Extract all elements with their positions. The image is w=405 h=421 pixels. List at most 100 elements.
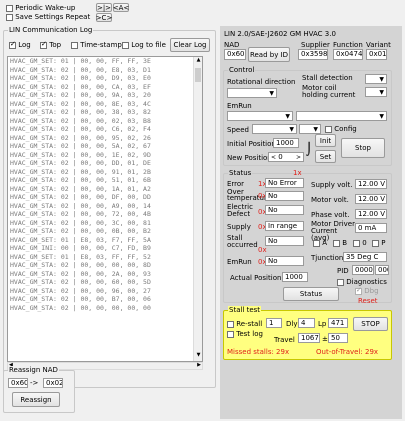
variant-label: Variant [366,41,391,49]
p-checkbox[interactable] [372,239,379,247]
a-checkbox[interactable] [313,239,320,247]
status-button[interactable]: Status [283,287,339,301]
emrun-mode-select[interactable] [296,111,387,122]
log-option[interactable]: Log [9,40,31,49]
config-option[interactable]: Config [325,125,357,133]
stall-stop-button[interactable]: STOP [353,317,388,331]
timestamp-checkbox[interactable] [71,41,78,49]
control-title: Control [228,66,256,75]
scroll-up-icon[interactable]: ▲ [195,57,202,66]
emrun-select[interactable] [227,111,293,122]
reset-link[interactable]: Reset [358,297,378,305]
tolerance-field[interactable]: 50 [328,333,348,343]
log-line: HVAC_GM_STA: 02 | 00, 00, 60, 00, 5D [10,278,151,286]
timestamp-option[interactable]: Time-stamp [71,41,122,49]
zero-checkbox[interactable] [353,239,360,247]
plus-minus-label: ± [322,335,328,343]
periodic-wakeup-option[interactable]: Periodic Wake-up [6,4,75,12]
speed-select[interactable] [252,124,297,135]
travel-field[interactable]: 1067 [298,333,320,343]
rotational-direction-select[interactable] [227,88,277,99]
save-settings-checkbox[interactable] [6,13,13,21]
lin-log-title: LIN Communication Log [8,26,94,35]
log-list[interactable]: HVAC_GM_SET: 01 | 00, 00, FF, FF, 3E HVAC… [7,56,203,362]
log-line: HVAC_GM_STA: 02 | 00, 00, 3C, 00, 81 [10,218,151,227]
testlog-checkbox[interactable] [227,330,234,338]
logtofile-option[interactable]: Log to file [122,41,166,49]
wake-button-3[interactable]: >C> [96,13,112,22]
motor-current-field: 0 mA [355,223,387,233]
stall-detection-select[interactable] [365,74,387,85]
scroll-down-icon[interactable]: ▼ [195,352,202,361]
decrement-icon[interactable]: < [271,154,276,161]
motor-volt-label: Motor volt. [311,196,349,204]
initial-position-field[interactable]: 1000 [273,138,299,148]
scroll-right-icon[interactable]: ▶ [197,362,201,368]
nad-label: NAD [224,41,240,49]
diagnostics-option[interactable]: Diagnostics [337,278,387,286]
logtofile-checkbox[interactable] [122,41,129,49]
config-checkbox[interactable] [325,125,332,133]
diagnostics-checkbox[interactable] [337,278,344,286]
holding-current-select[interactable] [365,87,387,98]
periodic-wakeup-checkbox[interactable] [6,4,13,12]
over-temperature-field: No [265,191,304,201]
log-line: HVAC_GM_INI: 00 | 00, 00, C7, FD, B9 [10,244,151,252]
read-by-id-button[interactable]: Read by ID [248,47,290,62]
status-title: Status [228,169,253,178]
restall-checkbox[interactable] [227,320,234,328]
log-label: Log [18,41,31,49]
a-option[interactable]: A [313,239,327,247]
lp-field[interactable]: 471 [328,318,348,328]
log-line: HVAC_GM_STA: 02 | 00, 00, 00, 00, 8D [10,261,151,269]
log-line: HVAC_GM_STA: 02 | 00, 00, CA, 03, EF [10,82,151,91]
log-line: HVAC_GM_STA: 02 | 00, 00, 00, 00, 00 [10,303,151,312]
reassign-button[interactable]: Reassign [12,392,60,407]
nad-field[interactable]: 0x60 [224,49,246,60]
top-checkbox[interactable] [40,40,47,49]
speed-label: Speed [227,126,249,134]
reassign-from-field[interactable]: 0x60 [8,378,28,388]
log-scrollbar[interactable]: ▲ ▼ [193,57,202,361]
supply-label: Supply [227,223,251,231]
dly-field[interactable]: 4 [298,318,315,328]
supply-volt-field: 12.00 V [355,179,387,189]
zero-option[interactable]: 0 [353,239,367,247]
logtofile-label: Log to file [131,41,166,49]
dbg-checkbox[interactable] [355,286,362,295]
set-button[interactable]: Set [315,150,336,163]
p-option[interactable]: P [372,239,385,247]
restall-count-field[interactable]: 1 [266,318,282,328]
restall-option[interactable]: Re-stall [227,320,262,328]
top-label: Top [49,41,62,49]
testlog-option[interactable]: Test log [227,330,263,338]
increment-icon[interactable]: > [296,153,301,161]
save-settings-option[interactable]: Save Settings Repeat [6,13,90,21]
wake-button-1[interactable]: >|> [96,3,112,12]
b-option[interactable]: B [333,239,347,247]
dbg-option[interactable]: Dbg [355,286,379,295]
speed-sub-select[interactable] [299,124,321,135]
new-position-value: 0 [278,153,283,161]
log-line: HVAC_GM_STA: 02 | 00, 00, 96, 00, 27 [10,286,151,295]
stop-button[interactable]: Stop [341,138,385,158]
supplier-label: Supplier [301,41,330,49]
log-checkbox[interactable] [9,40,16,49]
top-option[interactable]: Top [40,40,62,49]
clear-log-button[interactable]: Clear Log [170,38,210,52]
log-line: HVAC_GM_SET: 01 | E8, 03, F7, FF, 5A [10,235,151,244]
variant-field: 0x01 [366,49,387,60]
init-button[interactable]: Init [315,134,336,147]
new-position-spinner[interactable]: < 0 > [268,152,304,162]
wake-button-2[interactable]: <A< [113,3,129,12]
b-checkbox[interactable] [333,239,340,247]
actual-position-label: Actual Position [230,274,282,282]
reassign-to-field[interactable]: 0x02 [43,378,63,388]
restall-label: Re-stall [236,320,263,328]
scroll-thumb[interactable] [195,68,201,82]
a-label: A [322,239,328,247]
reassign-arrow: -> [30,379,39,387]
log-line: HVAC_GM_STA: 02 | 00, 00, A9, 00, 14 [10,201,151,210]
stall-test-title: Stall test [228,306,262,315]
timestamp-label: Time-stamp [80,41,122,49]
